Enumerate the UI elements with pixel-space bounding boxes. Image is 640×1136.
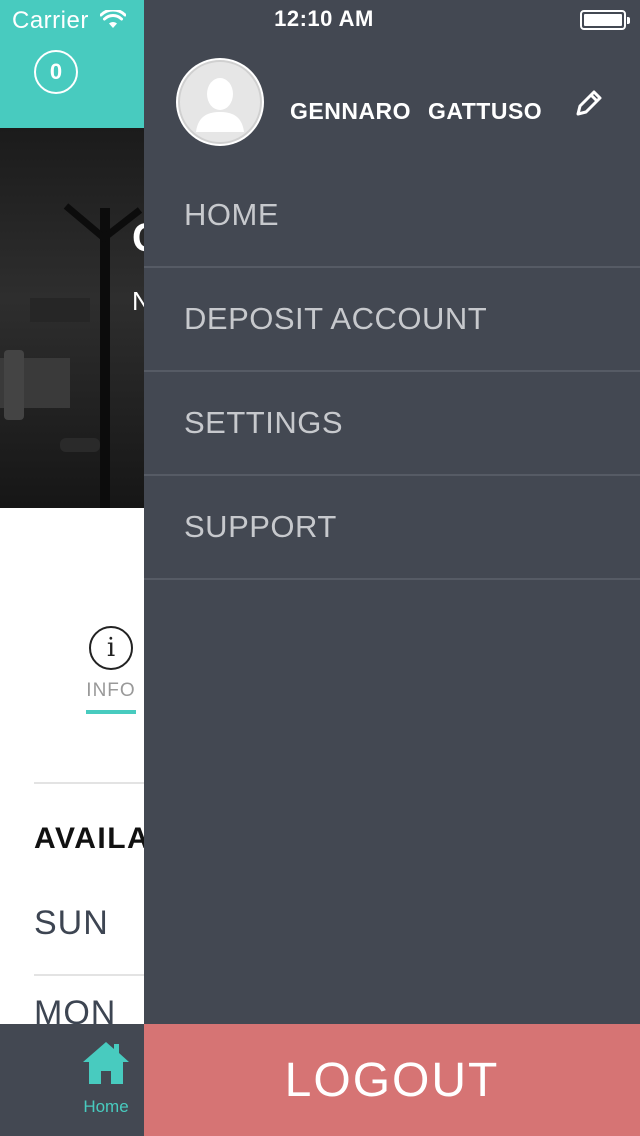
tab-active-indicator — [86, 710, 136, 714]
menu-item-settings[interactable]: SETTINGS — [144, 372, 640, 476]
avatar[interactable] — [176, 58, 264, 146]
avatar-placeholder-icon — [178, 60, 262, 144]
menu-item-label: SETTINGS — [184, 405, 344, 440]
bottom-tab-bar: Home — [0, 1024, 144, 1136]
wifi-icon — [100, 10, 126, 28]
user-name: GENNARO GATTUSO — [290, 98, 543, 124]
tab-info-label: INFO — [86, 680, 136, 701]
logout-button[interactable]: LOGOUT — [144, 1024, 640, 1136]
menu-item-support[interactable]: SUPPORT — [144, 476, 640, 580]
menu-item-label: HOME — [184, 197, 279, 232]
info-icon: i — [89, 626, 133, 670]
pencil-icon[interactable] — [572, 86, 606, 120]
drawer-menu: HOME DEPOSIT ACCOUNT SETTINGS SUPPORT — [144, 164, 640, 580]
day-row-sun: SUN — [34, 904, 109, 942]
menu-item-label: DEPOSIT ACCOUNT — [184, 301, 488, 336]
tab-home-label: Home — [83, 1097, 129, 1116]
menu-item-home[interactable]: HOME — [144, 164, 640, 268]
menu-item-label: SUPPORT — [184, 509, 337, 544]
battery-icon — [580, 10, 630, 30]
balance-badge[interactable]: 0 — [34, 50, 78, 94]
app-screen: Carrier 0 C N i INFO — [0, 0, 640, 1136]
carrier-label: Carrier — [12, 7, 89, 34]
menu-item-deposit-account[interactable]: DEPOSIT ACCOUNT — [144, 268, 640, 372]
gym-equipment-graphic — [0, 203, 143, 508]
availability-heading: AVAILA — [34, 822, 151, 855]
side-drawer: 12:10 AM GENNARO GATTUSO HOME DEPOSIT AC… — [144, 0, 640, 1136]
tab-home[interactable]: Home — [58, 1040, 154, 1117]
home-icon — [83, 1042, 129, 1084]
status-time: 12:10 AM — [274, 6, 374, 31]
tab-info[interactable]: i INFO — [80, 626, 142, 714]
